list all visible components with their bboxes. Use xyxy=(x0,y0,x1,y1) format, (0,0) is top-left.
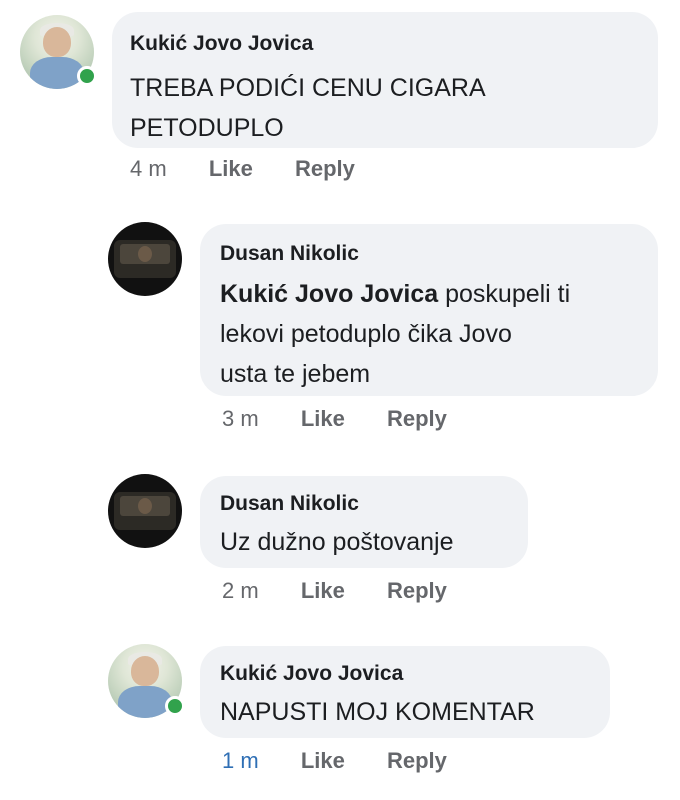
online-status-icon xyxy=(165,696,185,716)
reply-button[interactable]: Reply xyxy=(387,406,447,432)
avatar[interactable] xyxy=(108,222,182,296)
reply-button[interactable]: Reply xyxy=(295,156,355,182)
comment-text: Kukić Jovo Jovica poskupeli ti lekovi pe… xyxy=(220,274,650,394)
online-status-icon xyxy=(77,66,97,86)
comment-text: NAPUSTI MOJ KOMENTAR xyxy=(220,698,535,726)
avatar[interactable] xyxy=(108,474,182,548)
comment-author[interactable]: Dusan Nikolic xyxy=(220,242,359,266)
comment-actions: 1 m Like Reply xyxy=(222,748,483,774)
reply-button[interactable]: Reply xyxy=(387,578,447,604)
comment-author[interactable]: Kukić Jovo Jovica xyxy=(220,662,403,686)
mention-link[interactable]: Kukić Jovo Jovica xyxy=(220,280,438,308)
comment-2: Dusan Nikolic Kukić Jovo Jovica poskupel… xyxy=(0,210,680,450)
like-button[interactable]: Like xyxy=(209,156,253,182)
reply-button[interactable]: Reply xyxy=(387,748,447,774)
comment-text-line: usta te jebem xyxy=(220,360,371,388)
comment-text-line: TREBA PODIĆI CENU CIGARA xyxy=(130,74,486,102)
comment-actions: 3 m Like Reply xyxy=(222,406,483,432)
comment-time[interactable]: 3 m xyxy=(222,406,259,432)
comment-actions: 2 m Like Reply xyxy=(222,578,483,604)
like-button[interactable]: Like xyxy=(301,748,345,774)
avatar-shirt xyxy=(30,57,84,89)
avatar-person xyxy=(138,246,152,262)
comment-time[interactable]: 4 m xyxy=(130,156,167,182)
comment-text-segment: poskupeli ti xyxy=(438,280,571,308)
avatar-shirt xyxy=(118,686,172,718)
comment-time[interactable]: 2 m xyxy=(222,578,259,604)
comment-bubble: Kukić Jovo Jovica NAPUSTI MOJ KOMENTAR xyxy=(200,646,610,738)
comment-time[interactable]: 1 m xyxy=(222,748,259,774)
like-button[interactable]: Like xyxy=(301,578,345,604)
avatar-head xyxy=(131,656,159,686)
comment-actions: 4 m Like Reply xyxy=(130,156,391,182)
avatar-person xyxy=(138,498,152,514)
comment-3: Dusan Nikolic Uz dužno poštovanje 2 m Li… xyxy=(0,460,680,620)
comment-text: TREBA PODIĆI CENU CIGARA PETODUPLO xyxy=(130,68,650,148)
comment-author[interactable]: Dusan Nikolic xyxy=(220,492,359,516)
comment-author[interactable]: Kukić Jovo Jovica xyxy=(130,32,313,56)
comment-text: Uz dužno poštovanje xyxy=(220,528,454,556)
like-button[interactable]: Like xyxy=(301,406,345,432)
comment-bubble: Dusan Nikolic Uz dužno poštovanje xyxy=(200,476,528,568)
comment-text-line: lekovi petoduplo čika Jovo xyxy=(220,320,512,348)
comment-1: Kukić Jovo Jovica TREBA PODIĆI CENU CIGA… xyxy=(0,0,680,200)
comment-4: Kukić Jovo Jovica NAPUSTI MOJ KOMENTAR 1… xyxy=(0,630,680,800)
avatar-head xyxy=(43,27,71,57)
comment-text-line: PETODUPLO xyxy=(130,114,284,142)
comment-bubble: Dusan Nikolic Kukić Jovo Jovica poskupel… xyxy=(200,224,658,396)
comment-bubble: Kukić Jovo Jovica TREBA PODIĆI CENU CIGA… xyxy=(112,12,658,148)
comment-text-line: Kukić Jovo Jovica poskupeli ti xyxy=(220,274,650,314)
